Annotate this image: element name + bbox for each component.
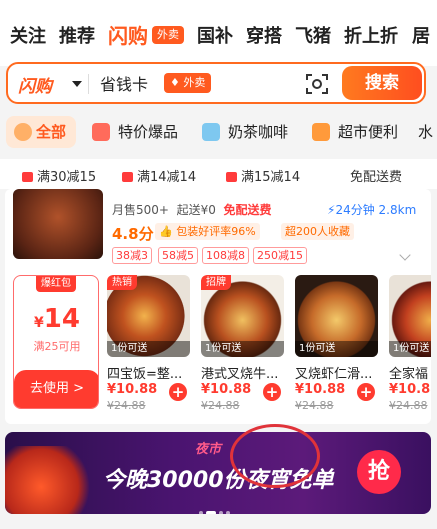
banner-tag: 夜市 [195,442,222,457]
tab-recommend[interactable]: 推荐 [59,22,95,48]
use-coupon-button[interactable]: 去使用 > [14,370,98,408]
all-icon [14,123,32,141]
red-packet-coupon[interactable]: 爆红包 ¥14 满25可用 去使用 > [13,275,99,409]
search-input[interactable] [100,74,170,92]
favorites-pill: 超200人收藏 [281,223,354,240]
night-market-banner[interactable]: 夜市 今晚30000份夜宵免单 抢 [5,432,431,514]
add-to-cart-button[interactable]: + [169,383,187,401]
item-price: ¥10.88 [201,382,252,397]
store-info-row: 月售500+ 起送¥0 免配送费 [112,203,272,217]
filter-row: 满30减15 满14减14 满15减14 免配送费 [0,159,437,189]
item-price: ¥10.88 [389,382,431,397]
food-image: 热销 1份可送 [107,275,190,357]
search-bar: 闪购 ♦ 外卖 搜索 [6,62,426,104]
item-original-price: ¥24.88 [295,399,334,412]
filter-free-delivery[interactable]: 免配送费 [350,166,402,185]
category-more[interactable]: 水 [418,116,433,148]
tab-follow[interactable]: 关注 [10,22,46,48]
tab-outfit[interactable]: 穿搭 [246,22,282,48]
grab-button[interactable]: 抢 [357,450,401,494]
deals-icon [92,123,110,141]
food-item[interactable]: 招牌 1份可送 港式叉烧牛... ¥10.88 ¥24.88 + [201,275,284,415]
scan-icon[interactable] [306,73,328,95]
chevron-down-icon[interactable] [399,249,411,261]
item-name: 叉烧虾仁滑... [295,367,373,382]
coupon-icon [122,172,133,182]
item-original-price: ¥24.88 [201,399,240,412]
delivery-info: ⚡24分钟 2.8km [327,203,417,217]
tab-national-subsidy[interactable]: 国补 [197,22,233,48]
add-to-cart-button[interactable]: + [263,383,281,401]
store-card[interactable]: 月售500+ 起送¥0 免配送费 ⚡24分钟 2.8km 4.8分 👍 包装好评… [5,189,431,424]
coupon-tag[interactable]: 58减5 [158,247,198,264]
filter-chip[interactable]: 满14减14 [122,166,196,185]
supermarket-icon [312,123,330,141]
top-tab-bar: 关注 推荐 闪购 外卖 国补 穿搭 飞猪 折上折 居 [0,0,437,66]
red-annotation-circle [230,424,320,488]
red-packet-amount: ¥14 [34,304,80,334]
min-order: 1份可送 [295,341,378,357]
red-packet-tag: 爆红包 [36,276,76,292]
hot-tag: 热销 [107,275,137,290]
food-item[interactable]: 热销 1份可送 四宝饭=整... ¥10.88 ¥24.88 + [107,275,190,415]
tea-icon [202,123,220,141]
coupon-icon [226,172,237,182]
food-image: 1份可送 [389,275,431,357]
tab-flash-buy[interactable]: 闪购 [108,20,148,49]
packaging-pill: 👍 包装好评率96% [155,223,260,240]
tab-discount[interactable]: 折上折 [344,22,398,48]
filter-chip[interactable]: 满15减14 [226,166,300,185]
tab-more[interactable]: 居 [412,22,430,48]
food-image: 1份可送 [295,275,378,357]
search-button[interactable]: 搜索 [342,66,422,100]
item-price: ¥10.88 [107,382,158,397]
item-price: ¥10.88 [295,382,346,397]
coupon-tag[interactable]: 38减3 [112,247,152,264]
food-item[interactable]: 1份可送 全家福 ¥10.88 ¥24.88 [389,275,431,415]
min-order: 1份可送 [201,341,284,357]
takeout-badge: 外卖 [152,26,184,44]
chevron-down-icon[interactable] [72,81,82,87]
crayfish-image [5,446,95,514]
carousel-dots [199,500,233,514]
category-all[interactable]: 全部 [6,116,76,148]
category-tea-coffee[interactable]: 奶茶咖啡 [202,116,288,148]
search-brand[interactable]: 闪购 [18,72,52,97]
divider [88,74,89,94]
filter-chip[interactable]: 满30减15 [22,166,96,185]
item-original-price: ¥24.88 [107,399,146,412]
item-name: 港式叉烧牛... [201,367,279,382]
item-original-price: ¥24.88 [389,399,428,412]
coupon-icon [22,172,33,182]
category-supermarket[interactable]: 超市便利 [312,116,398,148]
store-rating: 4.8分 [112,225,154,243]
item-name: 四宝饭=整... [107,367,183,382]
min-order: 1份可送 [389,341,431,357]
category-deals[interactable]: 特价爆品 [92,116,178,148]
signature-tag: 招牌 [201,275,231,290]
red-packet-condition: 满25可用 [33,340,81,353]
coupon-tag[interactable]: 250减15 [253,247,307,264]
search-takeout-tag: ♦ 外卖 [164,73,212,93]
add-to-cart-button[interactable]: + [357,383,375,401]
food-item[interactable]: 1份可送 叉烧虾仁滑... ¥10.88 ¥24.88 + [295,275,378,415]
item-name: 全家福 [389,367,429,382]
min-order: 1份可送 [107,341,190,357]
food-image: 招牌 1份可送 [201,275,284,357]
tab-fliggy[interactable]: 飞猪 [295,22,331,48]
store-image[interactable] [13,189,103,259]
coupon-tag[interactable]: 108减8 [202,247,249,264]
